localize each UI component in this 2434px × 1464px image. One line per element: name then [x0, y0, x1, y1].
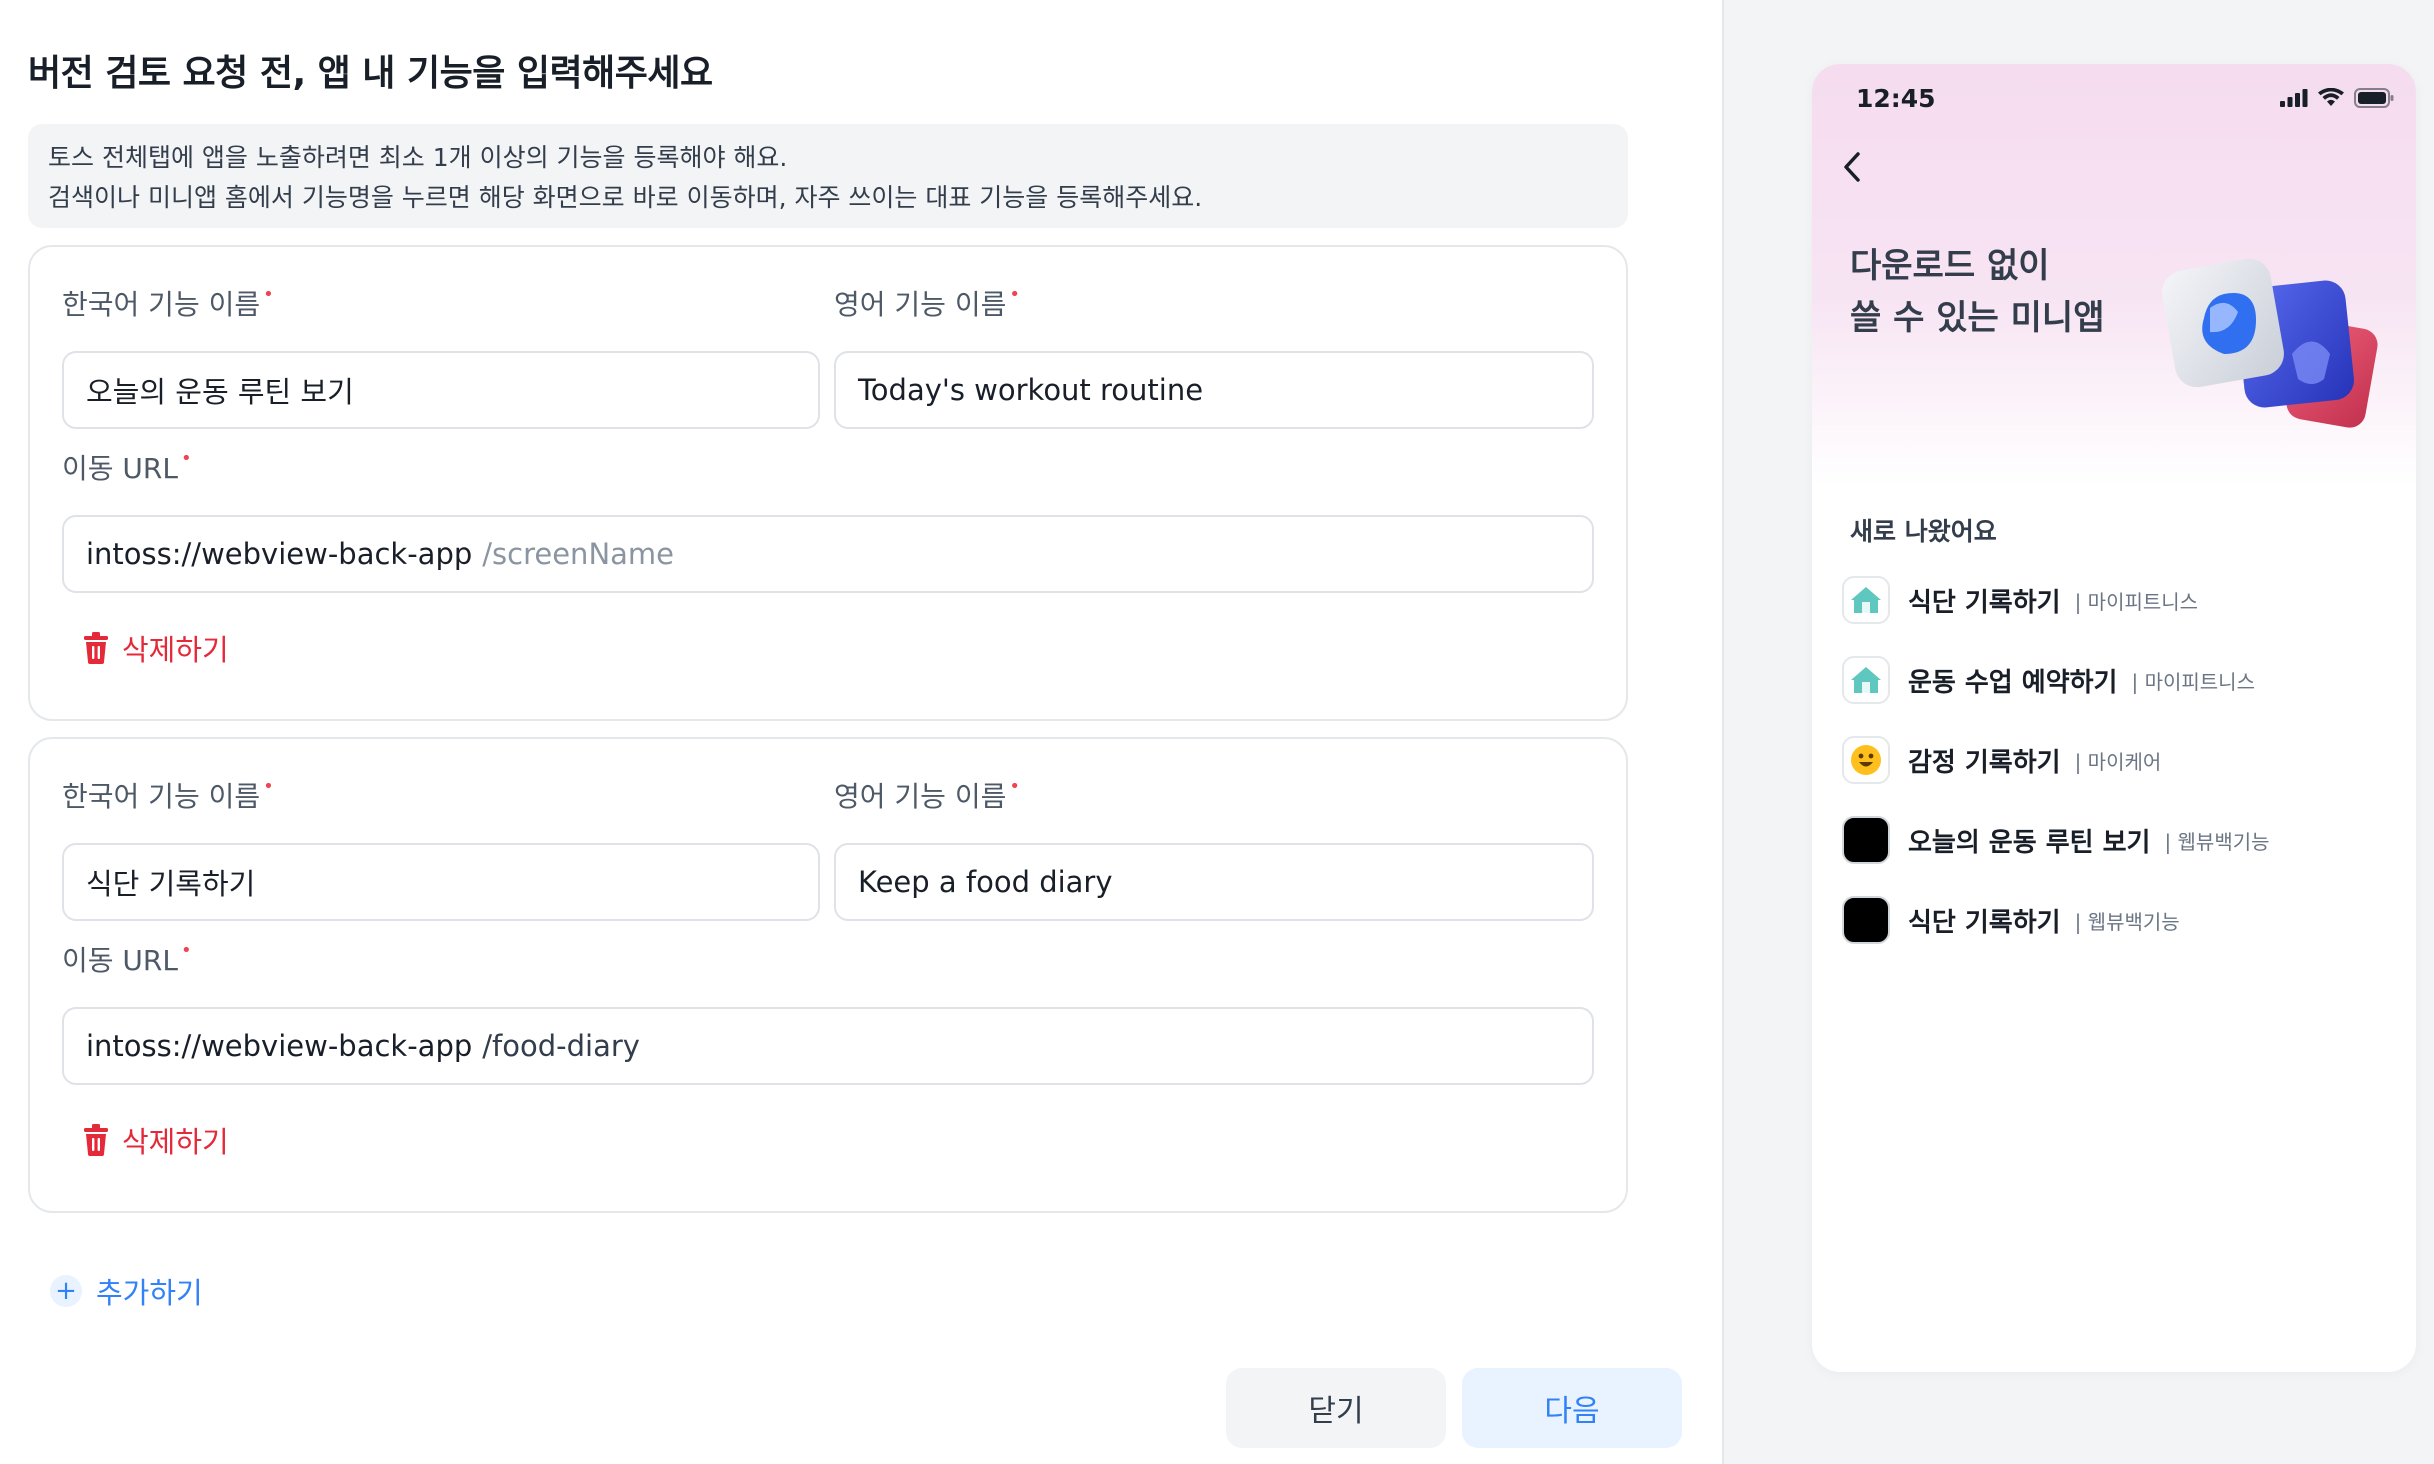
app-source: | 마이피트니스: [2074, 589, 2199, 614]
status-icons: [2280, 88, 2394, 108]
info-box: 토스 전체탭에 앱을 노출하려면 최소 1개 이상의 기능을 등록해야 해요. …: [28, 124, 1628, 228]
status-time: 12:45: [1856, 84, 1936, 113]
korean-name-input[interactable]: 식단 기록하기: [62, 843, 820, 921]
delete-button[interactable]: 삭제하기: [82, 1119, 229, 1161]
info-line-1: 토스 전체탭에 앱을 노출하려면 최소 1개 이상의 기능을 등록해야 해요.: [48, 143, 788, 172]
url-base: intoss://webview-back-app: [86, 1029, 473, 1063]
app-source: | 마이케어: [2074, 749, 2162, 774]
app-name: 감정 기록하기: [1908, 747, 2061, 778]
preview-panel: 12:45 다운로드 없이 쓸 수 있는 미니앱 새로 나왔어요 식단 기록하기…: [1722, 0, 2434, 1464]
feature-card-2: 한국어 기능 이름 • 영어 기능 이름 • 식단 기록하기 Keep a food…: [28, 737, 1628, 1213]
url-label: 이동 URL •: [62, 448, 192, 485]
battery-icon: [2354, 88, 2394, 108]
app-name: 식단 기록하기: [1908, 907, 2061, 938]
list-item[interactable]: 식단 기록하기 | 웹뷰백기능: [1842, 896, 2180, 944]
app-name: 운동 수업 예약하기: [1908, 667, 2118, 698]
app-name: 식단 기록하기: [1908, 587, 2061, 618]
list-item[interactable]: 감정 기록하기 | 마이케어: [1842, 736, 2161, 784]
hero-line-1: 다운로드 없이: [1850, 246, 2050, 286]
url-input[interactable]: intoss://webview-back-app /food-diary: [62, 1007, 1594, 1085]
close-button[interactable]: 닫기: [1226, 1368, 1446, 1448]
add-feature-button[interactable]: + 추가하기: [50, 1270, 203, 1312]
trash-icon: [84, 1124, 108, 1156]
delete-button[interactable]: 삭제하기: [82, 627, 229, 669]
url-base: intoss://webview-back-app: [86, 537, 473, 571]
required-mark: •: [1009, 284, 1020, 305]
url-path: /food-diary: [482, 1029, 640, 1063]
app-source: | 웹뷰백기능: [2164, 829, 2270, 854]
required-mark: •: [263, 284, 274, 305]
list-item[interactable]: 식단 기록하기 | 마이피트니스: [1842, 576, 2198, 624]
url-placeholder: /screenName: [482, 537, 674, 571]
info-line-2: 검색이나 미니앱 홈에서 기능명을 누르면 해당 화면으로 바로 이동하며, 자…: [48, 183, 1203, 212]
phone-preview: 12:45 다운로드 없이 쓸 수 있는 미니앱 새로 나왔어요 식단 기록하기…: [1812, 64, 2416, 1372]
english-name-input[interactable]: Today's workout routine: [834, 351, 1594, 429]
add-label: 추가하기: [96, 1276, 203, 1310]
korean-name-label: 한국어 기능 이름 •: [62, 284, 274, 321]
korean-name-label: 한국어 기능 이름 •: [62, 776, 274, 813]
signal-icon: [2280, 89, 2308, 107]
app-source: | 웹뷰백기능: [2074, 909, 2180, 934]
blank-app-icon: [1842, 896, 1890, 944]
url-label: 이동 URL •: [62, 940, 192, 977]
miniapp-cubes-icon: [2162, 258, 2378, 428]
blank-app-icon: [1842, 816, 1890, 864]
delete-label: 삭제하기: [122, 633, 229, 667]
required-mark: •: [180, 448, 192, 469]
english-name-label: 영어 기능 이름 •: [834, 284, 1020, 321]
chevron-left-icon: [1844, 152, 1860, 182]
trash-icon: [84, 632, 108, 664]
english-name-input[interactable]: Keep a food diary: [834, 843, 1594, 921]
feature-form-panel: 버전 검토 요청 전, 앱 내 기능을 입력해주세요 토스 전체탭에 앱을 노출…: [0, 0, 1722, 1464]
feature-card-1: 한국어 기능 이름 • 영어 기능 이름 • 오늘의 운동 루틴 보기 Today'…: [28, 245, 1628, 721]
list-item[interactable]: 운동 수업 예약하기 | 마이피트니스: [1842, 656, 2255, 704]
list-item[interactable]: 오늘의 운동 루틴 보기 | 웹뷰백기능: [1842, 816, 2270, 864]
delete-label: 삭제하기: [122, 1125, 229, 1159]
english-name-label: 영어 기능 이름 •: [834, 776, 1020, 813]
wifi-icon: [2318, 88, 2344, 106]
app-source: | 마이피트니스: [2131, 669, 2255, 694]
required-mark: •: [263, 776, 274, 797]
app-name: 오늘의 운동 루틴 보기: [1908, 827, 2151, 858]
required-mark: •: [1009, 776, 1020, 797]
section-title: 새로 나왔어요: [1850, 517, 1997, 546]
url-input[interactable]: intoss://webview-back-app /screenName: [62, 515, 1594, 593]
back-button[interactable]: [1840, 150, 1864, 188]
korean-name-input[interactable]: 오늘의 운동 루틴 보기: [62, 351, 820, 429]
hero-line-2: 쓸 수 있는 미니앱: [1850, 298, 2105, 338]
page-title: 버전 검토 요청 전, 앱 내 기능을 입력해주세요: [28, 53, 713, 94]
house-icon: [1842, 656, 1890, 704]
house-icon: [1842, 576, 1890, 624]
required-mark: •: [180, 940, 192, 961]
next-button[interactable]: 다음: [1462, 1368, 1682, 1448]
hero-text: 다운로드 없이 쓸 수 있는 미니앱: [1850, 240, 2104, 344]
plus-icon: +: [50, 1275, 82, 1307]
smiley-icon: [1842, 736, 1890, 784]
